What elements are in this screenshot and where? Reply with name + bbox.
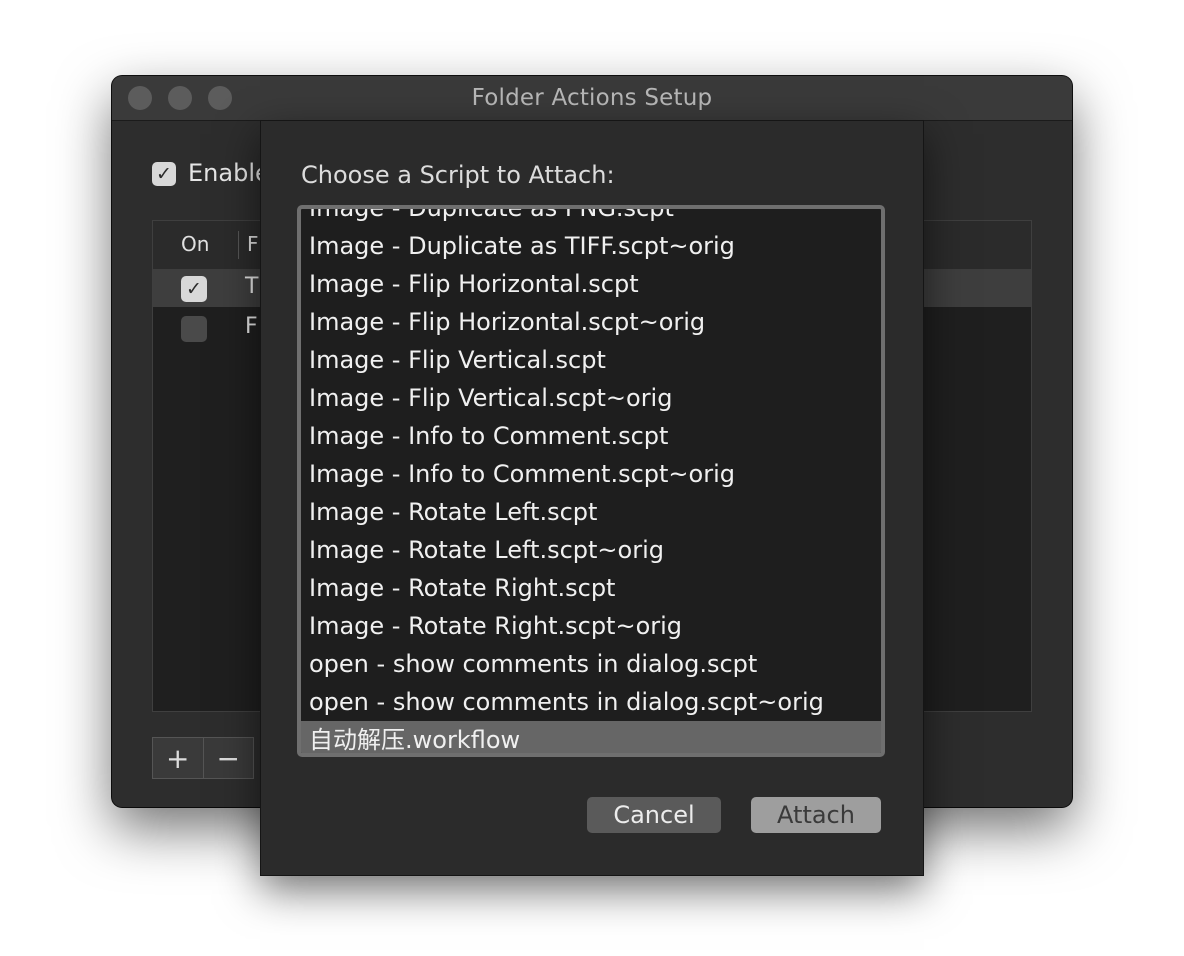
choose-script-sheet: Choose a Script to Attach: Image - Dupli… [260, 120, 924, 876]
folder-name: F [245, 314, 258, 339]
script-list-item[interactable]: Image - Flip Horizontal.scpt~orig [301, 303, 881, 341]
titlebar[interactable]: Folder Actions Setup [112, 76, 1072, 121]
cancel-button[interactable]: Cancel [587, 797, 721, 833]
window-title: Folder Actions Setup [471, 85, 713, 111]
add-remove-segmented-control: + − [152, 737, 254, 779]
script-list-item[interactable]: Image - Duplicate as PNG.scpt [301, 209, 881, 227]
script-list[interactable]: Image - Duplicate as PNG.scpt Image - Dup… [297, 205, 885, 757]
add-folder-button[interactable]: + [153, 738, 203, 778]
script-list-item[interactable]: Image - Flip Horizontal.scpt [301, 265, 881, 303]
checkmark-icon: ✓ [156, 163, 172, 185]
checkmark-icon: ✓ [186, 278, 202, 300]
script-list-item[interactable]: open - show comments in dialog.scpt~orig [301, 683, 881, 721]
sheet-prompt: Choose a Script to Attach: [301, 161, 615, 189]
folder-name: T [245, 274, 259, 299]
script-list-item[interactable]: open - show comments in dialog.scpt [301, 645, 881, 683]
screen: Folder Actions Setup ✓ Enable On F ✓ T F [0, 0, 1184, 956]
column-header-on[interactable]: On [181, 232, 209, 256]
enable-checkbox[interactable]: ✓ [152, 162, 176, 186]
row-enabled-checkbox[interactable] [181, 316, 207, 342]
script-list-content: Image - Duplicate as PNG.scpt Image - Dup… [301, 209, 881, 753]
script-list-item[interactable]: Image - Rotate Left.scpt [301, 493, 881, 531]
script-list-item[interactable]: Image - Info to Comment.scpt~orig [301, 455, 881, 493]
script-list-item[interactable]: Image - Flip Vertical.scpt~orig [301, 379, 881, 417]
script-list-item[interactable]: Image - Rotate Left.scpt~orig [301, 531, 881, 569]
script-list-item[interactable]: Image - Rotate Right.scpt~orig [301, 607, 881, 645]
enable-label: Enable [188, 159, 270, 187]
script-list-item[interactable]: Image - Duplicate as TIFF.scpt~orig [301, 227, 881, 265]
script-list-item[interactable]: Image - Flip Vertical.scpt [301, 341, 881, 379]
attach-button[interactable]: Attach [751, 797, 881, 833]
column-header-folder[interactable]: F [247, 232, 259, 256]
column-divider[interactable] [238, 231, 239, 259]
remove-folder-button[interactable]: − [202, 738, 254, 778]
script-list-item[interactable]: 自动解压.workflow [301, 721, 881, 753]
row-enabled-checkbox[interactable]: ✓ [181, 276, 207, 302]
script-list-item[interactable]: Image - Info to Comment.scpt [301, 417, 881, 455]
script-list-item[interactable]: Image - Rotate Right.scpt [301, 569, 881, 607]
